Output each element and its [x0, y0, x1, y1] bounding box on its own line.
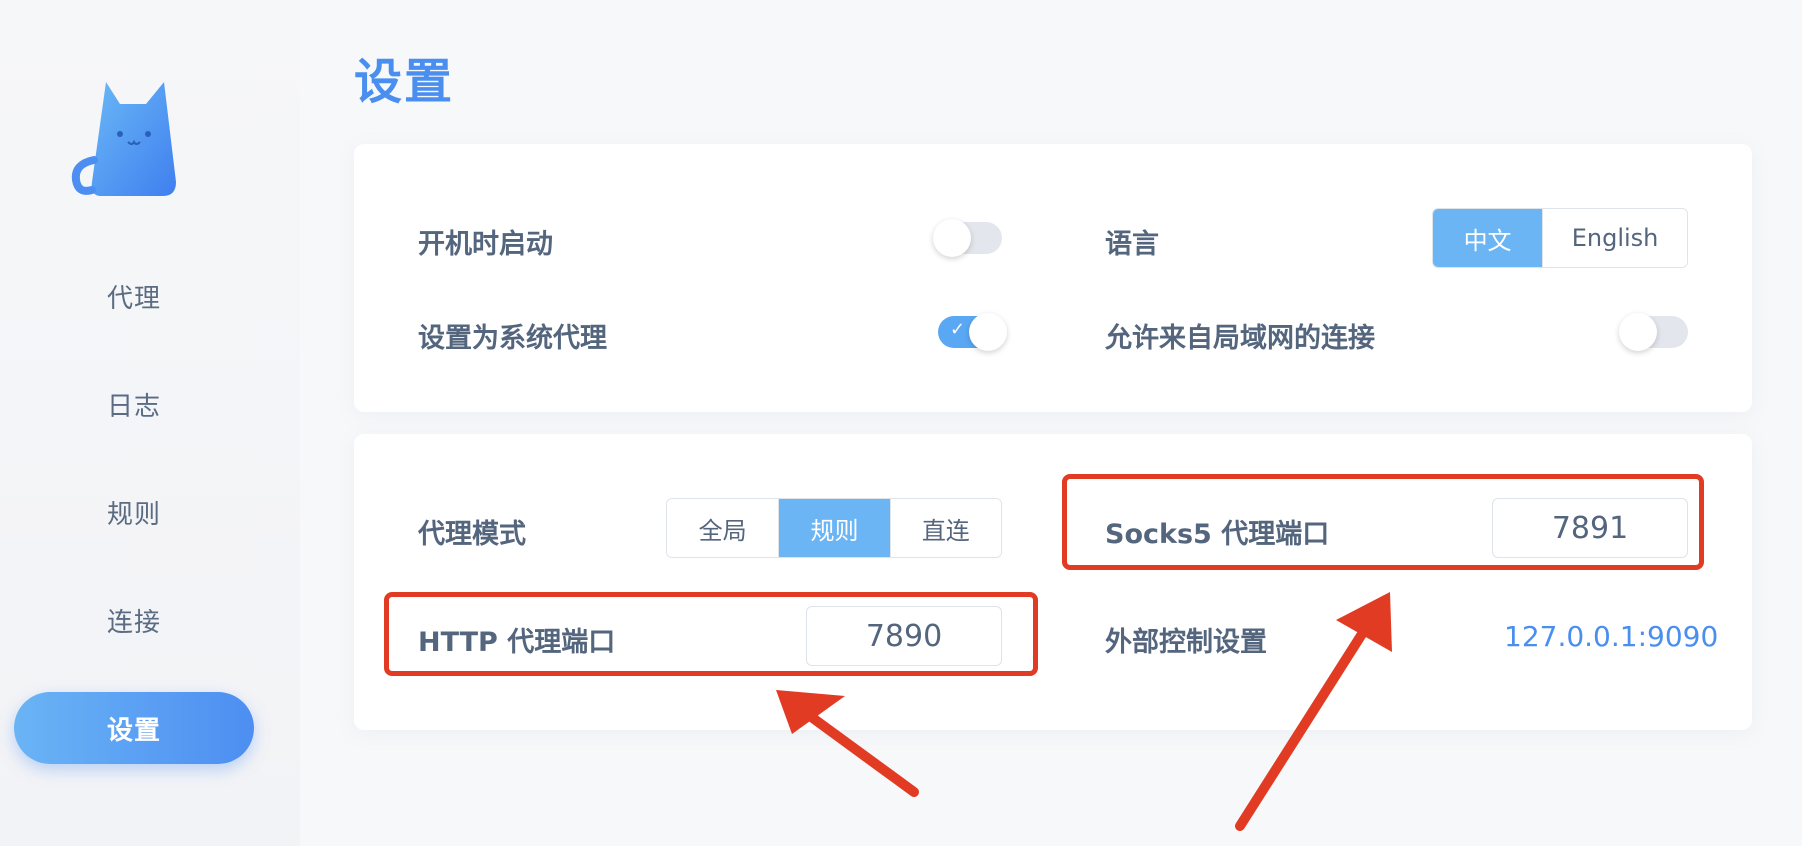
language-label: 语言 [1105, 229, 1159, 260]
sidebar-item-label: 日志 [106, 391, 161, 422]
proxy-mode-segmented-control: 全局 规则 直连 [666, 498, 1002, 558]
sidebar-item-proxy[interactable]: 代理 [14, 260, 254, 332]
external-controller-label: 外部控制设置 [1105, 627, 1267, 658]
sidebar-item-rules[interactable]: 规则 [14, 476, 254, 548]
sidebar: 代理 日志 规则 连接 设置 [0, 0, 300, 846]
proxy-mode-rule[interactable]: 规则 [778, 499, 890, 557]
sidebar-item-label: 连接 [106, 607, 161, 638]
http-port-highlight [384, 592, 1038, 676]
language-segmented-control: 中文 English [1432, 208, 1688, 268]
allow-lan-toggle[interactable] [1619, 313, 1688, 351]
external-controller-value[interactable]: 127.0.0.1:9090 [1504, 620, 1718, 653]
general-settings-card: 开机时启动 设置为系统代理 ✓ 语言 中文 English 允许来自局域网的连接 [354, 144, 1752, 412]
check-icon: ✓ [950, 319, 966, 340]
sidebar-item-settings[interactable]: 设置 [14, 692, 254, 764]
autostart-toggle[interactable] [933, 219, 1002, 257]
proxy-mode-global[interactable]: 全局 [667, 499, 779, 557]
allow-lan-label: 允许来自局域网的连接 [1105, 323, 1375, 354]
sidebar-item-connections[interactable]: 连接 [14, 584, 254, 656]
language-option-chinese[interactable]: 中文 [1433, 209, 1543, 267]
toggle-knob [933, 219, 971, 257]
toggle-knob [1619, 313, 1657, 351]
proxy-mode-direct[interactable]: 直连 [889, 499, 1001, 557]
toggle-knob [969, 313, 1007, 351]
sidebar-item-label: 代理 [106, 283, 161, 314]
proxy-mode-label: 代理模式 [418, 519, 526, 550]
system-proxy-label: 设置为系统代理 [418, 323, 607, 354]
socks-port-highlight [1062, 474, 1704, 570]
cat-logo-icon [71, 82, 176, 196]
autostart-label: 开机时启动 [418, 229, 553, 260]
sidebar-item-label: 规则 [106, 499, 161, 530]
language-option-english[interactable]: English [1542, 209, 1687, 267]
sidebar-item-logs[interactable]: 日志 [14, 368, 254, 440]
system-proxy-toggle[interactable]: ✓ [938, 313, 1007, 351]
sidebar-item-label: 设置 [106, 715, 161, 746]
page-title: 设置 [354, 54, 455, 110]
